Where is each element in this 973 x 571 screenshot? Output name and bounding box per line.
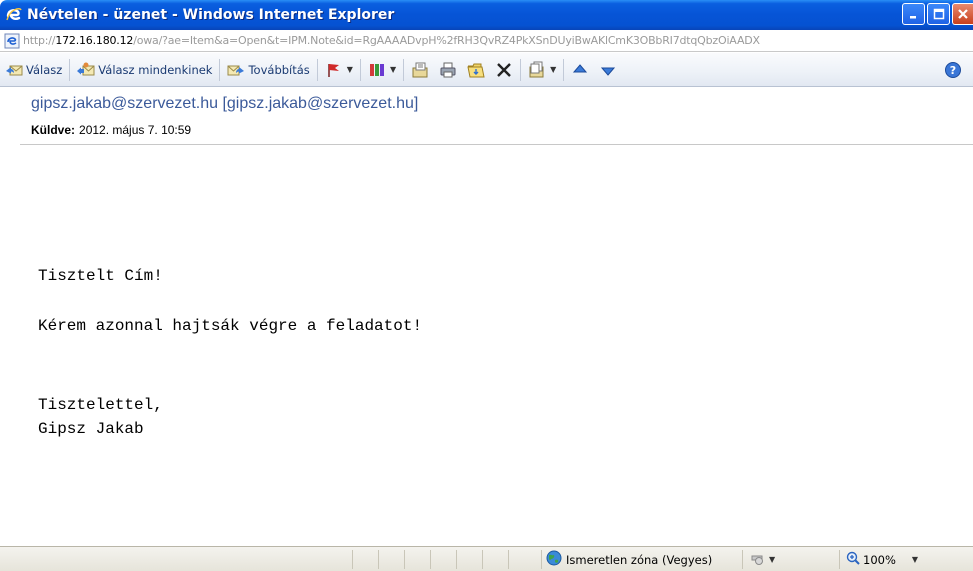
- help-button[interactable]: ?: [939, 57, 967, 83]
- toolbar-separator: [316, 58, 318, 81]
- forward-label: Továbbítás: [248, 62, 310, 77]
- status-cell: [352, 550, 353, 569]
- globe-icon: [546, 550, 562, 569]
- maximize-button[interactable]: [927, 3, 950, 25]
- toolbar-separator: [69, 58, 71, 81]
- reply-all-icon: [77, 61, 95, 79]
- toolbar-separator: [403, 58, 405, 81]
- body-text: Kérem azonnal hajtsák végre a feladatot!: [38, 317, 423, 335]
- status-cell: [430, 550, 431, 569]
- categories-icon: [368, 61, 386, 79]
- move-button[interactable]: [406, 57, 434, 83]
- body-signature: Gipsz Jakab: [38, 420, 144, 438]
- move-icon: [411, 61, 429, 79]
- reply-all-button[interactable]: Válasz mindenkinek: [72, 57, 217, 83]
- open-button[interactable]: [462, 57, 490, 83]
- previous-item-button[interactable]: [566, 57, 594, 83]
- security-zone[interactable]: Ismeretlen zóna (Vegyes): [541, 550, 712, 569]
- close-button[interactable]: [952, 3, 973, 25]
- toolbar-separator: [563, 58, 565, 81]
- body-closing: Tisztelettel,: [38, 396, 163, 414]
- sent-value: 2012. május 7. 10:59: [79, 123, 192, 137]
- protected-mode[interactable]: ▼: [742, 550, 775, 569]
- svg-text:?: ?: [950, 64, 956, 77]
- reply-button[interactable]: Válasz: [0, 57, 67, 83]
- title-bar[interactable]: Névtelen - üzenet - Windows Internet Exp…: [0, 0, 973, 30]
- delete-button[interactable]: [490, 57, 518, 83]
- copy-to-folder-button[interactable]: ▼: [523, 57, 561, 83]
- print-button[interactable]: [434, 57, 462, 83]
- ie-logo-icon: [5, 6, 23, 24]
- arrow-down-icon: [599, 61, 617, 79]
- body-greeting: Tisztelt Cím!: [38, 267, 163, 285]
- lock-shield-icon: [749, 550, 765, 570]
- minimize-button[interactable]: [902, 3, 925, 25]
- reply-label: Válasz: [26, 62, 63, 77]
- chevron-down-icon: ▼: [346, 65, 353, 74]
- printer-icon: [439, 61, 457, 79]
- zoom-control[interactable]: 100% ▼: [839, 550, 918, 569]
- toolbar-separator: [359, 58, 361, 81]
- message-toolbar: Válasz Válasz mindenkinek Továbbítás ▼ ▼: [0, 53, 973, 87]
- zoom-icon: [846, 550, 860, 569]
- status-cell: [482, 550, 483, 569]
- sender-address[interactable]: gipsz.jakab@szervezet.hu [gipsz.jakab@sz…: [31, 95, 418, 113]
- url-host: 172.16.180.12: [55, 34, 134, 47]
- reply-icon: [5, 61, 23, 79]
- close-icon: [957, 5, 969, 24]
- reply-all-label: Válasz mindenkinek: [98, 62, 213, 77]
- forward-icon: [227, 61, 245, 79]
- copy-icon: [528, 61, 546, 79]
- address-url[interactable]: http://172.16.180.12/owa/?ae=Item&a=Open…: [23, 34, 760, 47]
- toolbar-separator: [520, 58, 522, 81]
- sent-label: Küldve:: [31, 123, 76, 137]
- flag-icon: [325, 61, 343, 79]
- header-divider: [20, 144, 973, 145]
- status-bar: Ismeretlen zóna (Vegyes) ▼ 100% ▼: [0, 546, 973, 571]
- chevron-down-icon: ▼: [769, 555, 776, 564]
- chevron-down-icon: ▼: [389, 65, 397, 74]
- folder-open-icon: [467, 61, 485, 79]
- toolbar-separator: [219, 58, 221, 81]
- chevron-down-icon: ▼: [911, 555, 919, 564]
- delete-icon: [495, 61, 513, 79]
- status-cell: [404, 550, 405, 569]
- zoom-level: 100%: [863, 552, 896, 567]
- sent-info: Küldve: 2012. május 7. 10:59: [31, 123, 191, 137]
- arrow-up-icon: [571, 61, 589, 79]
- address-bar[interactable]: http://172.16.180.12/owa/?ae=Item&a=Open…: [0, 30, 973, 52]
- status-cell: [456, 550, 457, 569]
- page-icon: [4, 33, 20, 49]
- categories-button[interactable]: ▼: [363, 57, 401, 83]
- help-icon: ?: [944, 61, 962, 79]
- url-path: /owa/?ae=Item&a=Open&t=IPM.Note&id=RgAAA…: [133, 34, 760, 47]
- url-prefix: http://: [23, 34, 56, 47]
- status-cell: [508, 550, 509, 569]
- window-title: Névtelen - üzenet - Windows Internet Exp…: [27, 7, 395, 23]
- flag-button[interactable]: ▼: [320, 57, 358, 83]
- next-item-button[interactable]: [594, 57, 622, 83]
- zone-label: Ismeretlen zóna (Vegyes): [566, 552, 713, 567]
- forward-button[interactable]: Továbbítás: [222, 57, 314, 83]
- status-cell: [378, 550, 379, 569]
- chevron-down-icon: ▼: [550, 65, 557, 74]
